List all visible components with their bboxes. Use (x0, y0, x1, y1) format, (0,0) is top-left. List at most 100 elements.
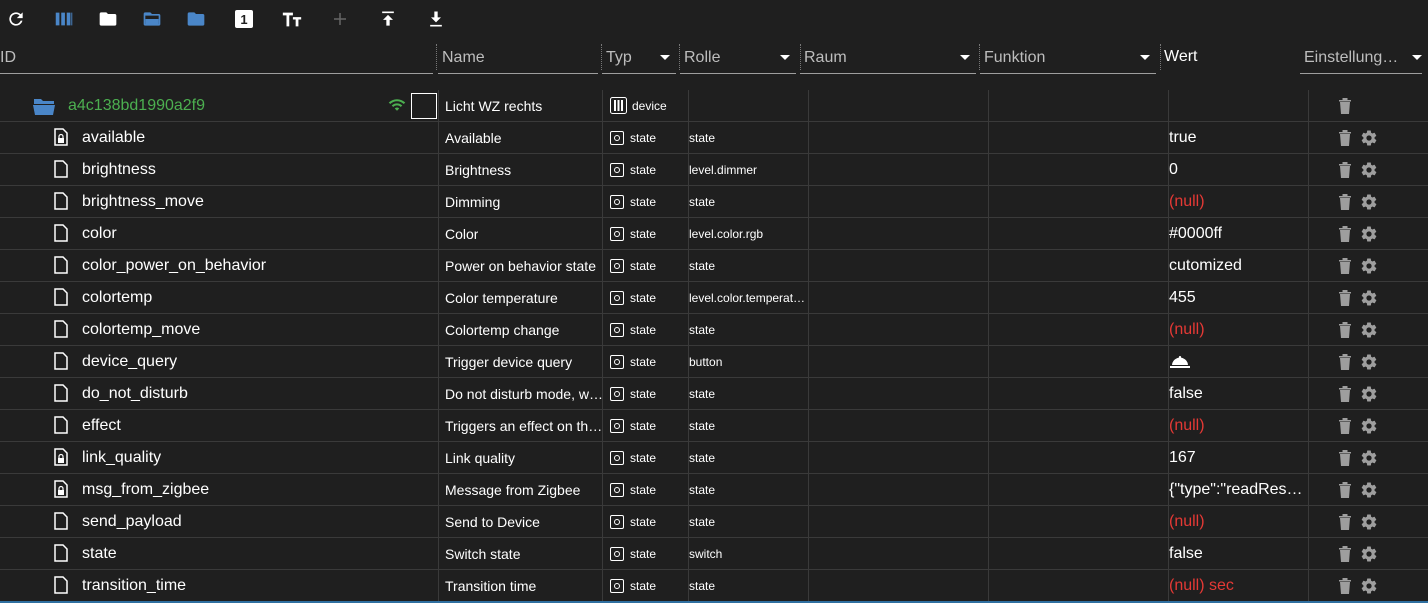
settings-button[interactable] (1360, 417, 1378, 440)
state-value-cell[interactable]: true (1169, 122, 1197, 153)
delete-button[interactable] (1338, 225, 1352, 247)
state-id[interactable]: send_payload (82, 506, 182, 537)
settings-button[interactable] (1360, 161, 1378, 184)
state-id[interactable]: available (82, 122, 145, 153)
state-value-cell[interactable]: (null) (1169, 506, 1205, 537)
device-id[interactable]: a4c138bd1990a2f9 (68, 90, 205, 121)
table-row[interactable]: transition_time Transition time state st… (0, 570, 1428, 602)
name-filter[interactable]: Name (438, 38, 602, 76)
settings-button[interactable] (1360, 321, 1378, 344)
state-value-cell[interactable]: 455 (1169, 282, 1196, 313)
folder-button[interactable] (96, 7, 120, 31)
delete-button[interactable] (1338, 417, 1352, 439)
settings-filter[interactable]: Einstellung… (1300, 38, 1428, 76)
function-filter[interactable]: Funktion (980, 38, 1160, 76)
settings-button[interactable] (1360, 257, 1378, 280)
state-id[interactable]: brightness (82, 154, 156, 185)
delete-button[interactable] (1338, 481, 1352, 503)
delete-button[interactable] (1338, 545, 1352, 567)
state-value[interactable]: cutomized (1169, 257, 1242, 275)
state-value[interactable]: false (1169, 385, 1203, 403)
columns-button[interactable] (52, 7, 76, 31)
delete-button[interactable] (1338, 449, 1352, 471)
text-size-button[interactable] (280, 7, 304, 31)
state-id[interactable]: device_query (82, 346, 177, 377)
table-row[interactable]: brightness_move Dimming state state (nul… (0, 186, 1428, 218)
state-value-cell[interactable]: #0000ff (1169, 218, 1222, 249)
add-button[interactable] (328, 7, 352, 31)
id-filter[interactable]: ID (0, 38, 437, 76)
state-value-cell[interactable]: (null) (1169, 314, 1205, 345)
settings-button[interactable] (1360, 449, 1378, 472)
room-filter[interactable]: Raum (800, 38, 980, 76)
type-filter[interactable]: Typ (602, 38, 680, 76)
settings-button[interactable] (1360, 289, 1378, 312)
state-id[interactable]: state (82, 538, 117, 569)
upload-button[interactable] (376, 7, 400, 31)
state-id[interactable]: color_power_on_behavior (82, 250, 266, 281)
settings-button[interactable] (1360, 385, 1378, 408)
one-box-button[interactable]: 1 (232, 7, 256, 31)
state-value[interactable]: 455 (1169, 289, 1196, 307)
state-value[interactable]: (null) (1169, 513, 1205, 531)
state-id[interactable]: effect (82, 410, 121, 441)
settings-button[interactable] (1360, 481, 1378, 504)
state-value-cell[interactable]: (null) sec (1169, 570, 1234, 601)
delete-button[interactable] (1338, 161, 1352, 183)
state-value[interactable]: (null) (1169, 321, 1205, 339)
state-id[interactable]: link_quality (82, 442, 161, 473)
download-button[interactable] (424, 7, 448, 31)
state-value[interactable]: 0 (1169, 161, 1178, 179)
folder-open-button[interactable] (140, 7, 164, 31)
table-row[interactable]: link_quality Link quality state state 16… (0, 442, 1428, 474)
state-value-cell[interactable]: 0 (1169, 154, 1178, 185)
table-row[interactable]: device_query Trigger device query state … (0, 346, 1428, 378)
folder-blue-button[interactable] (184, 7, 208, 31)
table-row[interactable]: color Color state level.color.rgb #0000f… (0, 218, 1428, 250)
state-id[interactable]: colortemp_move (82, 314, 200, 345)
delete-button[interactable] (1338, 577, 1352, 599)
delete-button[interactable] (1338, 321, 1352, 343)
state-id[interactable]: msg_from_zigbee (82, 474, 209, 505)
delete-button[interactable] (1338, 385, 1352, 407)
state-value[interactable]: true (1169, 129, 1197, 147)
delete-device-button[interactable] (1338, 97, 1352, 119)
settings-button[interactable] (1360, 225, 1378, 248)
table-row[interactable]: msg_from_zigbee Message from Zigbee stat… (0, 474, 1428, 506)
table-row[interactable]: available Available state state true (0, 122, 1428, 154)
state-value-cell[interactable]: false (1169, 538, 1203, 569)
device-row[interactable]: a4c138bd1990a2f9 Licht WZ rechts device (0, 90, 1428, 122)
state-value-cell[interactable]: (null) (1169, 186, 1205, 217)
table-row[interactable]: state Switch state state switch false (0, 538, 1428, 570)
table-row[interactable]: color_power_on_behavior Power on behavio… (0, 250, 1428, 282)
state-value-cell[interactable]: {"type":"readRes… (1169, 474, 1303, 505)
table-row[interactable]: colortemp Color temperature state level.… (0, 282, 1428, 314)
delete-button[interactable] (1338, 257, 1352, 279)
state-id[interactable]: do_not_disturb (82, 378, 188, 409)
state-value[interactable]: (null) sec (1169, 577, 1234, 595)
table-row[interactable]: colortemp_move Colortemp change state st… (0, 314, 1428, 346)
table-row[interactable]: brightness Brightness state level.dimmer… (0, 154, 1428, 186)
folder-open-icon[interactable] (32, 98, 56, 116)
settings-button[interactable] (1360, 545, 1378, 568)
delete-button[interactable] (1338, 193, 1352, 215)
table-row[interactable]: send_payload Send to Device state state … (0, 506, 1428, 538)
state-value[interactable]: 167 (1169, 449, 1196, 467)
state-value-cell[interactable] (1169, 346, 1191, 377)
state-value[interactable]: {"type":"readRes… (1169, 481, 1303, 499)
state-id[interactable]: brightness_move (82, 186, 204, 217)
settings-button[interactable] (1360, 513, 1378, 536)
settings-button[interactable] (1360, 193, 1378, 216)
settings-button[interactable] (1360, 129, 1378, 152)
refresh-button[interactable] (4, 7, 28, 31)
settings-button[interactable] (1360, 577, 1378, 600)
table-row[interactable]: effect Triggers an effect on th… state s… (0, 410, 1428, 442)
state-value-cell[interactable]: cutomized (1169, 250, 1242, 281)
state-value[interactable]: (null) (1169, 193, 1205, 211)
state-value-cell[interactable]: false (1169, 378, 1203, 409)
state-value[interactable]: #0000ff (1169, 225, 1222, 243)
delete-button[interactable] (1338, 129, 1352, 151)
state-value-cell[interactable]: 167 (1169, 442, 1196, 473)
state-value-cell[interactable]: (null) (1169, 410, 1205, 441)
state-value[interactable]: false (1169, 545, 1203, 563)
